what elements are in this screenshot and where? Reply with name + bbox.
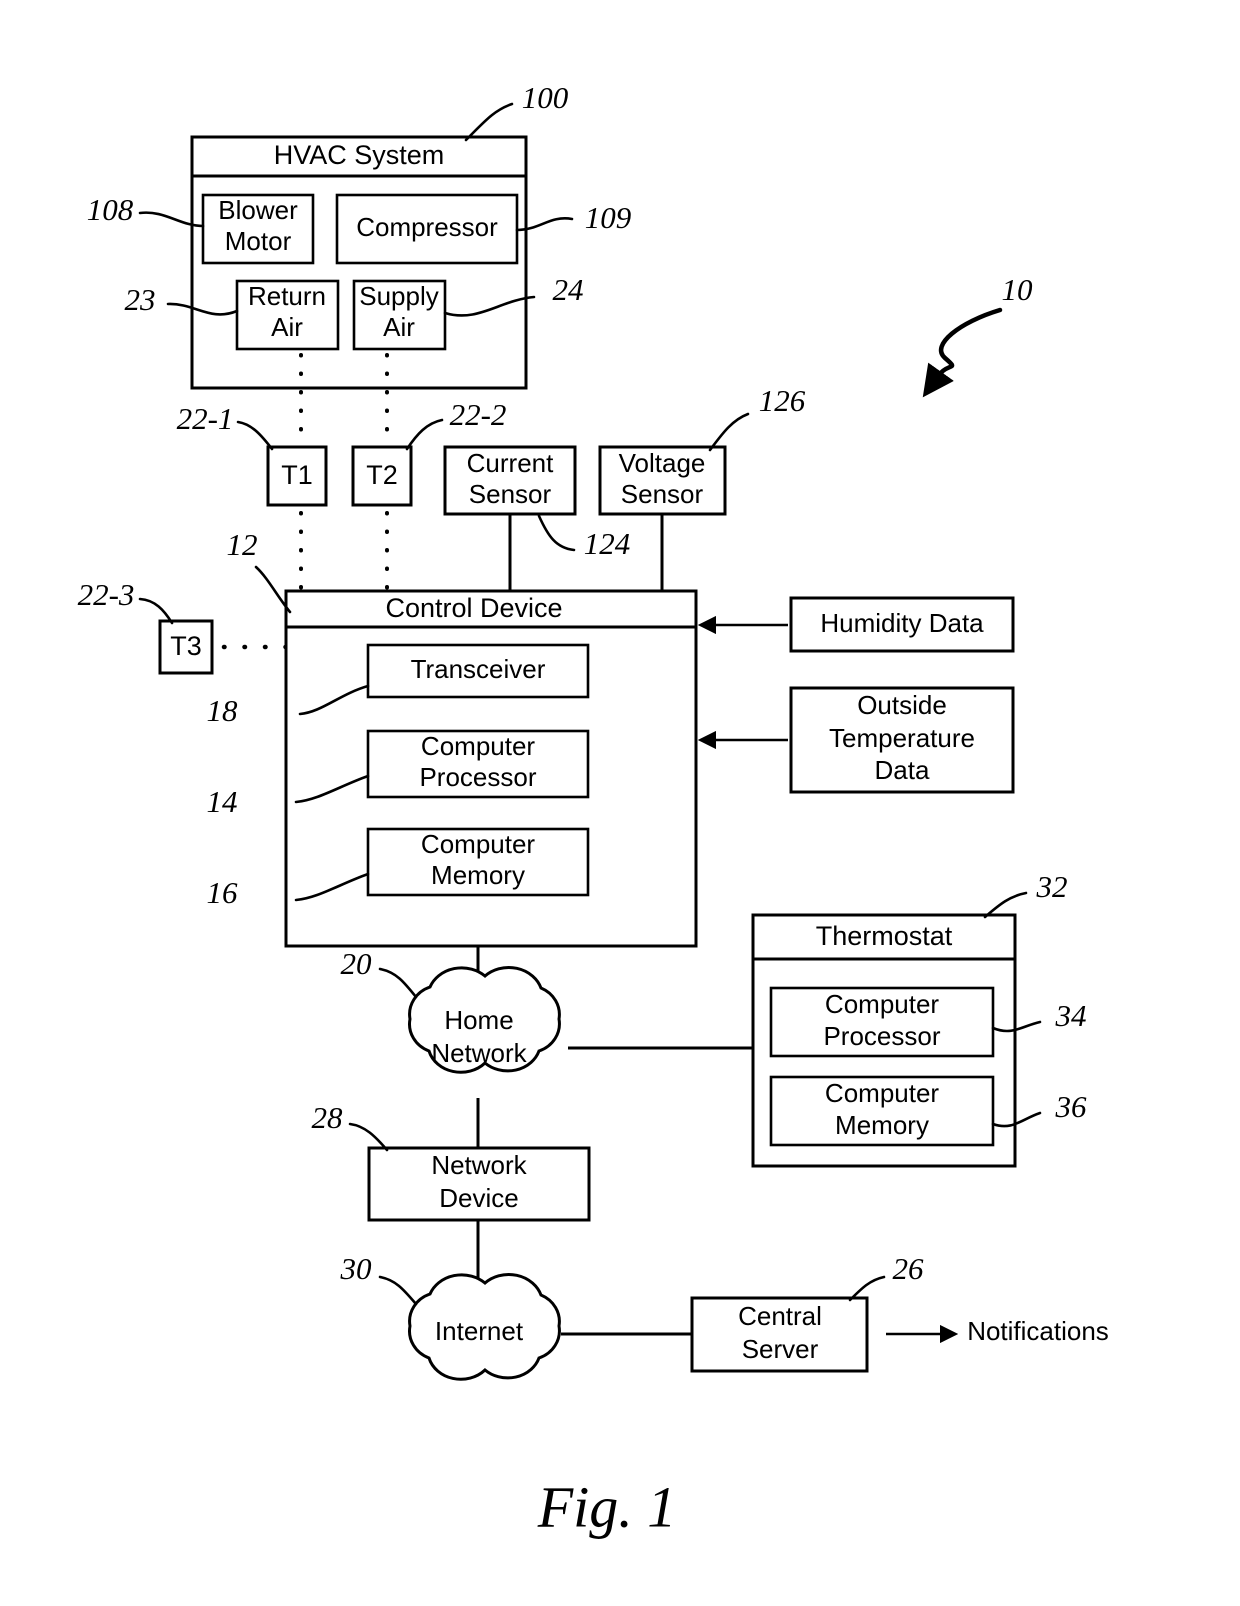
- ref-24: 24: [553, 272, 584, 307]
- control-device-group: Control Device 12 Transceiver 18 Compute…: [207, 527, 698, 948]
- cd-processor-label-line2: Processor: [419, 762, 536, 792]
- ref-36: 36: [1055, 1089, 1088, 1124]
- blower-motor-label-line2: Motor: [225, 226, 292, 256]
- central-server-label-line1: Central: [738, 1301, 822, 1331]
- compressor-label: Compressor: [356, 212, 498, 242]
- leader-voltage-126: [708, 412, 750, 452]
- network-device-label-line2: Device: [439, 1183, 518, 1213]
- system-ref-arrow-group: 10: [922, 272, 1034, 398]
- sensor-t3-label: T3: [170, 631, 202, 661]
- transceiver-label: Transceiver: [411, 654, 546, 684]
- external-data-group: Humidity Data Outside Temperature Data: [697, 596, 1015, 794]
- ref-26: 26: [893, 1251, 925, 1286]
- network-device-label-line1: Network: [431, 1150, 527, 1180]
- th-processor-label-line2: Processor: [823, 1021, 940, 1051]
- cd-processor-label-line1: Computer: [421, 731, 535, 761]
- sensor-t1-label: T1: [281, 460, 313, 490]
- voltage-sensor-label-line2: Sensor: [621, 479, 704, 509]
- central-server-group: Central Server 26 Notifications: [561, 1251, 1109, 1373]
- supply-air-label-line2: Air: [383, 312, 415, 342]
- network-device-group: Network Device 28: [312, 1098, 591, 1222]
- ref-124: 124: [584, 526, 631, 561]
- leader-internet-30: [378, 1275, 418, 1306]
- home-network-group: Home Network 20: [341, 946, 561, 1074]
- figure-caption: Fig. 1: [537, 1474, 677, 1539]
- ref-30: 30: [340, 1251, 373, 1286]
- supply-air-label-line1: Supply: [359, 281, 439, 311]
- internet-group: Internet 30: [340, 1220, 561, 1381]
- cd-memory-label-line2: Memory: [431, 860, 525, 890]
- ref-16: 16: [207, 875, 239, 910]
- leader-t3-22-3: [138, 597, 174, 625]
- sensor-t2-label: T2: [366, 460, 398, 490]
- ref-22-1: 22-1: [177, 401, 234, 436]
- th-processor-label-line1: Computer: [825, 989, 939, 1019]
- leader-t1-22-1: [236, 420, 274, 451]
- system-10-curved-arrow: [922, 307, 1003, 398]
- outside-temp-label-line1: Outside: [857, 690, 947, 720]
- ref-10: 10: [1002, 272, 1034, 307]
- internet-label: Internet: [435, 1316, 524, 1346]
- hvac-system-group: HVAC System Blower Motor Compressor Retu…: [87, 80, 632, 390]
- leader-hvac-100: [464, 102, 514, 142]
- outside-temp-label-line3: Data: [875, 755, 930, 785]
- notifications-label: Notifications: [967, 1316, 1109, 1346]
- leader-network-device-28: [348, 1122, 389, 1152]
- hvac-system-title: HVAC System: [274, 140, 445, 170]
- central-server-label-line2: Server: [742, 1334, 819, 1364]
- ref-23: 23: [125, 282, 156, 317]
- ref-108: 108: [87, 192, 134, 227]
- ref-18: 18: [207, 693, 239, 728]
- ref-22-2: 22-2: [450, 397, 507, 432]
- sensor-t3-group: T3 22-3: [78, 577, 214, 675]
- home-network-label-line1: Home: [444, 1005, 513, 1035]
- th-memory-label-line2: Memory: [835, 1110, 929, 1140]
- leader-current-124: [537, 514, 576, 552]
- leader-home-network-20: [378, 967, 418, 999]
- diagram-canvas: HVAC System Blower Motor Compressor Retu…: [78, 80, 1109, 1539]
- voltage-sensor-label-line1: Voltage: [619, 448, 706, 478]
- return-air-label-line2: Air: [271, 312, 303, 342]
- ref-12: 12: [227, 527, 258, 562]
- ref-109: 109: [585, 200, 632, 235]
- ref-126: 126: [759, 383, 806, 418]
- home-network-label-line2: Network: [431, 1038, 527, 1068]
- ref-22-3: 22-3: [78, 577, 135, 612]
- thermostat-title: Thermostat: [816, 921, 953, 951]
- control-device-title: Control Device: [385, 593, 562, 623]
- ref-14: 14: [207, 784, 238, 819]
- outside-temp-label-line2: Temperature: [829, 723, 975, 753]
- current-sensor-label-line1: Current: [467, 448, 554, 478]
- humidity-data-label: Humidity Data: [820, 608, 984, 638]
- ref-32: 32: [1036, 869, 1068, 904]
- cd-memory-label-line1: Computer: [421, 829, 535, 859]
- blower-motor-label-line1: Blower: [218, 195, 298, 225]
- ref-20: 20: [341, 946, 373, 981]
- leader-t2-22-2: [405, 418, 444, 451]
- return-air-label-line1: Return: [248, 281, 326, 311]
- current-sensor-label-line2: Sensor: [469, 479, 552, 509]
- patent-figure-root: HVAC System Blower Motor Compressor Retu…: [0, 0, 1240, 1606]
- ref-100: 100: [522, 80, 569, 115]
- leader-thermostat-32: [983, 891, 1028, 919]
- ref-28: 28: [312, 1100, 344, 1135]
- th-memory-label-line1: Computer: [825, 1078, 939, 1108]
- ref-34: 34: [1055, 998, 1087, 1033]
